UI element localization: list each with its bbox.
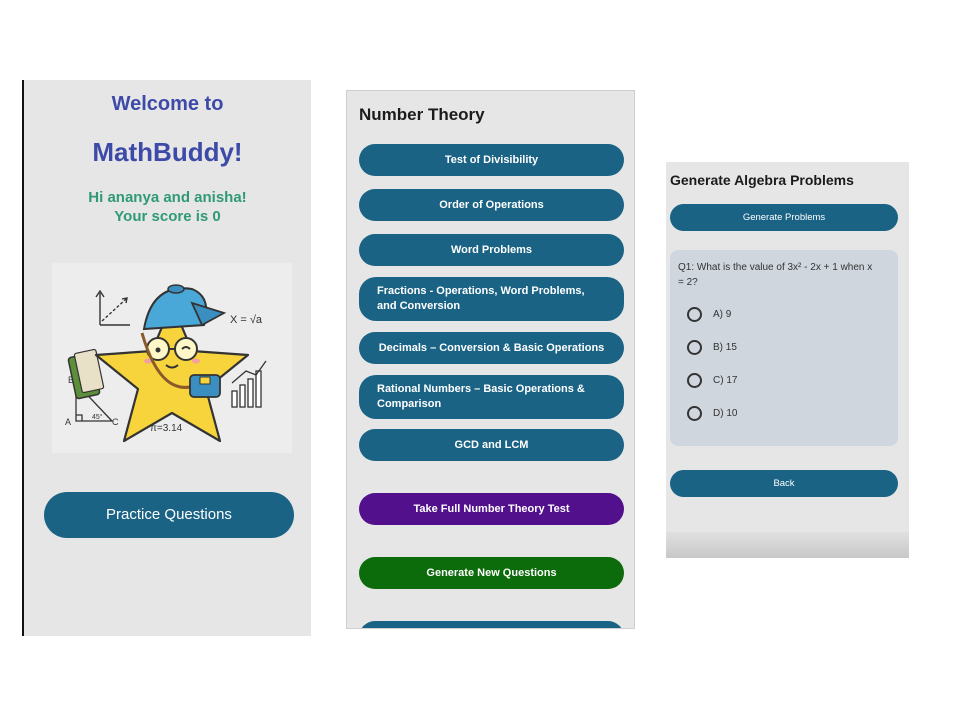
practice-questions-button[interactable]: Practice Questions bbox=[44, 492, 294, 538]
option-label: B) 15 bbox=[713, 342, 737, 353]
generate-problems-button[interactable]: Generate Problems bbox=[670, 204, 898, 231]
option-b[interactable]: B) 15 bbox=[687, 340, 737, 355]
topic-rational-numbers-button[interactable]: Rational Numbers – Basic Operations & Co… bbox=[359, 375, 624, 419]
welcome-heading: Welcome to bbox=[111, 93, 224, 115]
triangle-label-a: A bbox=[65, 417, 71, 427]
triangle-label-c: C bbox=[112, 417, 119, 427]
score-text: Your score is 0 bbox=[114, 208, 221, 225]
algebra-problems-screen: Generate Algebra Problems Generate Probl… bbox=[666, 162, 909, 558]
full-number-theory-test-button[interactable]: Take Full Number Theory Test bbox=[359, 493, 624, 525]
back-button[interactable]: Back bbox=[670, 470, 898, 497]
radio-icon[interactable] bbox=[687, 307, 702, 322]
star-mascot-image: B A C 45° X = √a π=3.14 bbox=[52, 263, 292, 453]
radio-icon[interactable] bbox=[687, 406, 702, 421]
radio-icon[interactable] bbox=[687, 340, 702, 355]
greeting-text: Hi ananya and anisha! Your score is 0 bbox=[24, 188, 311, 226]
topic-order-of-operations-button[interactable]: Order of Operations bbox=[359, 189, 624, 221]
mathbuddy-home-screen: Welcome to MathBuddy! Hi ananya and anis… bbox=[22, 80, 311, 636]
question-card: Q1: What is the value of 3x² - 2x + 1 wh… bbox=[670, 250, 898, 446]
option-label: D) 10 bbox=[713, 408, 738, 419]
pi-formula-doodle: π=3.14 bbox=[150, 423, 183, 434]
option-a[interactable]: A) 9 bbox=[687, 307, 731, 322]
number-theory-title: Number Theory bbox=[359, 105, 485, 124]
topic-word-problems-button[interactable]: Word Problems bbox=[359, 234, 624, 266]
system-navigation-bar bbox=[666, 532, 909, 558]
topic-test-of-divisibility-button[interactable]: Test of Divisibility bbox=[359, 144, 624, 176]
topic-gcd-lcm-button[interactable]: GCD and LCM bbox=[359, 429, 624, 461]
option-label: A) 9 bbox=[713, 309, 732, 320]
algebra-title: Generate Algebra Problems bbox=[670, 172, 854, 188]
option-label: C) 17 bbox=[713, 375, 738, 386]
question-text: Q1: What is the value of 3x² - 2x + 1 wh… bbox=[678, 262, 873, 288]
greeting-users: Hi ananya and anisha! bbox=[88, 189, 247, 206]
option-d[interactable]: D) 10 bbox=[687, 406, 737, 421]
generate-new-questions-button[interactable]: Generate New Questions bbox=[359, 557, 624, 589]
partial-next-button[interactable] bbox=[359, 621, 624, 628]
topic-decimals-button[interactable]: Decimals – Conversion & Basic Operations bbox=[359, 332, 624, 364]
number-theory-screen: Number Theory Test of Divisibility Order… bbox=[346, 90, 635, 629]
topic-fractions-button[interactable]: Fractions - Operations, Word Problems, a… bbox=[359, 277, 624, 321]
sqrt-formula-doodle: X = √a bbox=[230, 314, 263, 326]
app-name-heading: MathBuddy! bbox=[92, 137, 243, 167]
option-c[interactable]: C) 17 bbox=[687, 373, 737, 388]
triangle-angle: 45° bbox=[92, 413, 103, 421]
radio-icon[interactable] bbox=[687, 373, 702, 388]
